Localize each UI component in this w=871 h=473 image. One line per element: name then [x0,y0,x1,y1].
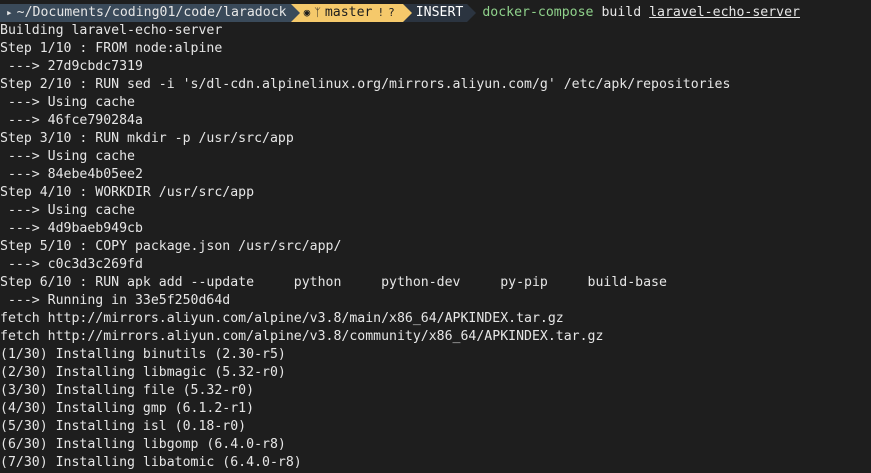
terminal-window[interactable]: ▸ ~/Documents/coding01/code/laradock ◉ ᛉm… [0,0,871,473]
prompt-separator-icon [402,4,412,22]
output-line: ---> Running in 33e5f250d64d [0,293,231,308]
output-line: ---> 46fce790284a [0,113,143,128]
output-line: ---> 4d9baeb949cb [0,221,143,236]
prompt-git-segment: ◉ ᛉ master !? [299,4,403,22]
output-line: (6/30) Installing libgomp (6.4.0-r8) [0,437,286,452]
output-line: (5/30) Installing isl (0.18-r0) [0,419,247,434]
github-icon: ◉ [303,6,311,19]
prompt-mode: INSERT [415,5,464,20]
output-line: fetch http://mirrors.aliyun.com/alpine/v… [0,311,564,326]
output-line: (2/30) Installing libmagic (5.32-r0) [0,365,286,380]
modified-status-icon: ! [377,6,385,19]
command-space [594,4,602,22]
shell-prompt: ▸ ~/Documents/coding01/code/laradock ◉ ᛉm… [0,4,871,22]
output-line: ---> Using cache [0,149,135,164]
output-line: Step 1/10 : FROM node:alpine [0,41,223,56]
output-line: ---> 27d9cbdc7319 [0,59,143,74]
untracked-status-icon: ? [388,6,395,19]
output-line: Step 6/10 : RUN apk add --update python … [0,275,667,290]
output-line: ---> Using cache [0,95,135,110]
output-line: (4/30) Installing gmp (6.1.2-r1) [0,401,255,416]
output-line: Building laravel-echo-server [0,23,223,38]
output-line: fetch http://mirrors.aliyun.com/alpine/v… [0,329,604,344]
branch-icon: ᛉ [314,6,321,19]
prompt-separator-icon [467,4,477,22]
output-line: Step 4/10 : WORKDIR /usr/src/app [0,185,255,200]
output-line: (3/30) Installing file (5.32-r0) [0,383,255,398]
prompt-branch: master [324,5,373,20]
prompt-separator-icon [290,4,300,22]
output-line: (1/30) Installing binutils (2.30-r5) [0,347,286,362]
prompt-path: ~/Documents/coding01/code/laradock [16,5,287,20]
output-line: ---> Using cache [0,203,135,218]
folder-icon: ▸ [6,6,13,19]
output-line: (7/30) Installing libatomic (6.4.0-r8) [0,455,302,470]
command-space [641,4,649,22]
command-subcommand: build [601,5,642,20]
terminal-output: Building laravel-echo-server Step 1/10 :… [0,22,871,472]
output-line: Step 3/10 : RUN mkdir -p /usr/src/app [0,131,294,146]
prompt-path-segment: ▸ ~/Documents/coding01/code/laradock [0,4,291,22]
output-line: Step 5/10 : COPY package.json /usr/src/a… [0,239,342,254]
output-line: ---> 84ebe4b05ee2 [0,167,143,182]
prompt-mode-segment: INSERT [411,4,468,22]
output-line: Step 2/10 : RUN sed -i 's/dl-cdn.alpinel… [0,77,731,92]
command-argument: laravel-echo-server [649,5,800,20]
output-line: ---> c0c3d3c269fd [0,257,143,272]
command-name: docker-compose [482,5,594,20]
